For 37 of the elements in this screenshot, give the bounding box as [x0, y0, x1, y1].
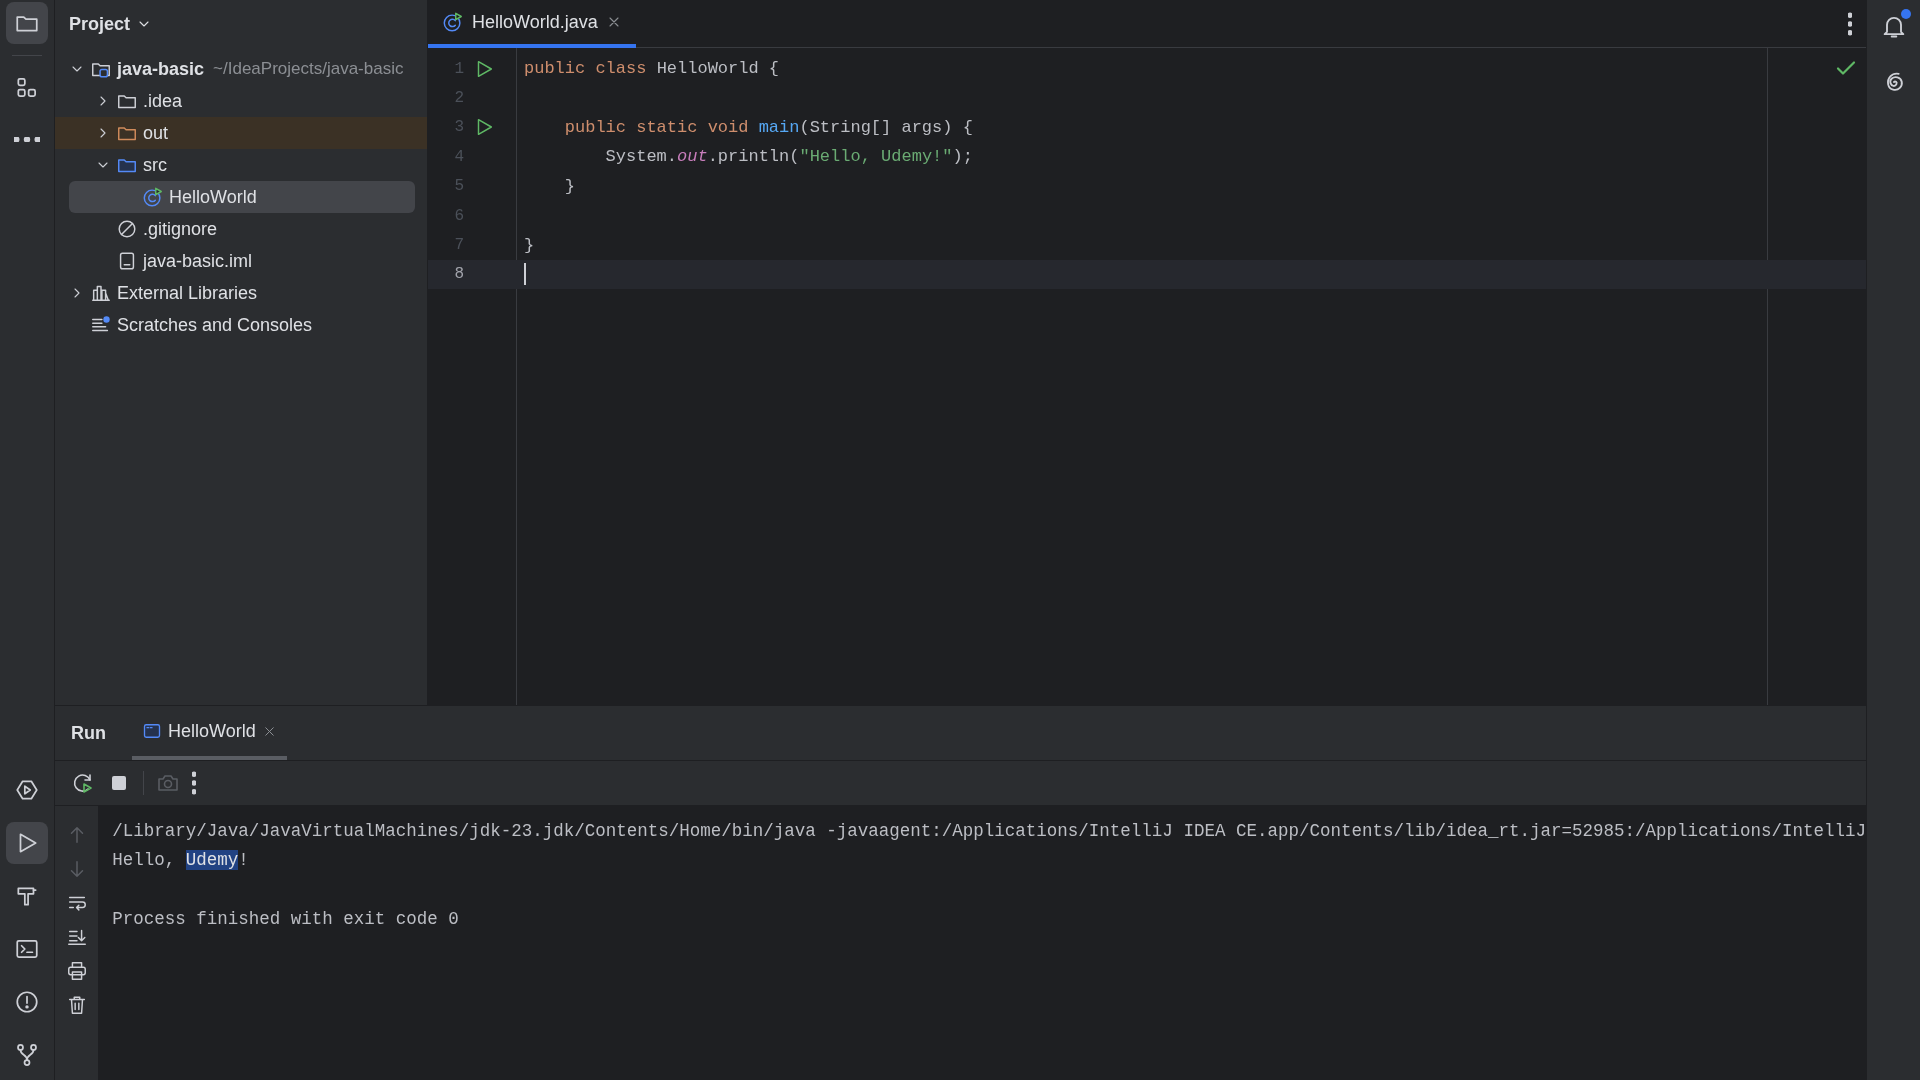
run-tab[interactable]: HelloWorld: [132, 706, 287, 760]
tree-item[interactable]: src: [55, 149, 427, 181]
panel-title: Run: [71, 721, 106, 745]
java-class-icon: [142, 186, 164, 208]
console-line: Process finished with exit code 0: [112, 908, 459, 929]
git-branch-icon: [14, 1042, 40, 1068]
console-line: Hello, Udemy!: [112, 850, 249, 871]
more-icon[interactable]: [1848, 11, 1852, 36]
line-number: 8: [453, 265, 464, 284]
code-line: public class HelloWorld {: [524, 59, 780, 79]
tool-window-button[interactable]: [6, 822, 48, 864]
panel-title[interactable]: Project: [69, 13, 153, 35]
text-cursor: [524, 263, 526, 286]
code-line: }: [524, 235, 535, 255]
code-line: public static void main(String[] args) {: [563, 117, 973, 137]
tree-item[interactable]: External Libraries: [55, 277, 427, 309]
tree-item[interactable]: out: [55, 117, 427, 149]
console-icon: [142, 721, 162, 741]
problems-icon: [14, 989, 40, 1015]
tree-item[interactable]: HelloWorld: [69, 181, 415, 213]
tree-item[interactable]: Scratches and Consoles: [55, 309, 427, 341]
tree-item[interactable]: .gitignore: [55, 213, 427, 245]
ignore-icon: [116, 218, 138, 240]
tree-item[interactable]: java-basic.iml: [55, 245, 427, 277]
editor-tab[interactable]: HelloWorld.java: [428, 0, 636, 48]
tree-item[interactable]: .idea: [55, 85, 427, 117]
services-icon: [14, 777, 40, 803]
java-class-icon: [442, 11, 464, 33]
printer-icon[interactable]: [65, 960, 88, 982]
console-line: /Library/Java/JavaVirtualMachines/jdk-23.jdk/Contents/Home/bin/java -javaagent:/Applications/IntelliJ IDEA CE.app/Contents/lib/idea_rt.jar=52985:/Applications/IntelliJ: [112, 820, 1866, 841]
code-line: System.out.println("Hello, Udemy!");: [604, 147, 973, 167]
code-line: }: [563, 176, 575, 196]
tool-window-button[interactable]: [6, 2, 48, 44]
more-icon: [14, 136, 40, 142]
tree-item[interactable]: java-basic ~/IdeaProjects/java-basic: [55, 53, 427, 85]
rerun-icon[interactable]: [71, 771, 95, 795]
more-icon[interactable]: [192, 771, 196, 795]
